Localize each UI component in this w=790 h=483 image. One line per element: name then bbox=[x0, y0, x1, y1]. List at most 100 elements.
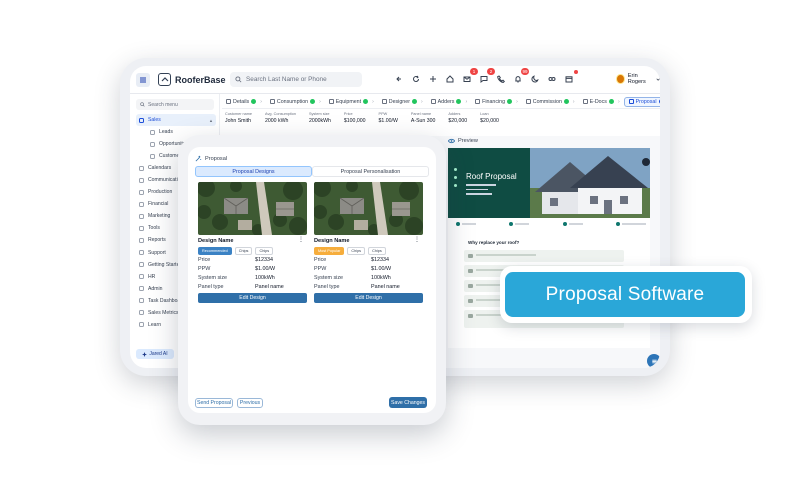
param-loan[interactable]: Loan $20,000 bbox=[480, 112, 499, 132]
check-icon bbox=[310, 99, 316, 104]
proposal-panel-title: Proposal bbox=[205, 155, 228, 162]
check-icon bbox=[363, 99, 369, 104]
check-icon bbox=[507, 99, 513, 104]
sidebar-search-input[interactable]: Search menu bbox=[136, 99, 214, 110]
design-chip[interactable]: Recommended bbox=[198, 247, 232, 255]
proposal-panel: Proposal Proposal Designs Proposal Perso… bbox=[188, 147, 436, 413]
kebab-icon[interactable]: ⋮ bbox=[298, 237, 304, 243]
nav-icon bbox=[139, 117, 144, 123]
param-value: $1.00/W bbox=[378, 118, 398, 124]
theme-toggle-button[interactable] bbox=[528, 72, 542, 86]
param-system-size[interactable]: System size 2000kWh bbox=[309, 112, 331, 132]
spec-label: Price bbox=[198, 257, 211, 263]
nav-icon bbox=[139, 298, 144, 304]
brand-name: RooferBase bbox=[175, 74, 226, 85]
chat-fab-button[interactable] bbox=[647, 354, 660, 368]
avatar bbox=[616, 74, 625, 84]
step-consumption[interactable]: Consumption › bbox=[266, 99, 325, 105]
chevron-down-icon bbox=[656, 78, 660, 81]
nav-icon bbox=[139, 237, 144, 243]
mail-button[interactable]: 1 bbox=[460, 68, 478, 86]
step-adders[interactable]: Adders › bbox=[427, 99, 471, 105]
spec-label: System size bbox=[198, 275, 228, 281]
step-e-docs[interactable]: E-Docs › bbox=[579, 99, 624, 105]
refresh-icon bbox=[413, 75, 419, 82]
kebab-icon[interactable]: ⋮ bbox=[414, 237, 420, 243]
design-name: Design Name bbox=[198, 238, 234, 244]
tab-proposal-personalisation[interactable]: Proposal Personalisation bbox=[312, 166, 429, 177]
step-label: Designer bbox=[388, 98, 410, 105]
nav-icon bbox=[139, 177, 144, 183]
step-label: Details bbox=[233, 98, 250, 105]
refresh-button[interactable] bbox=[409, 72, 423, 86]
design-chip[interactable]: Chips bbox=[347, 247, 366, 255]
jared-ai-button[interactable]: Jared AI bbox=[136, 349, 174, 359]
sidebar-item-label: Admin bbox=[148, 285, 163, 292]
brand-logo[interactable]: RooferBase bbox=[158, 73, 226, 86]
param-price[interactable]: Price $100,000 bbox=[344, 112, 366, 132]
calendar-button[interactable] bbox=[562, 70, 578, 86]
nav-icon bbox=[139, 286, 144, 292]
preview-stats bbox=[456, 222, 646, 226]
nav-icon bbox=[139, 250, 144, 256]
spec-label: Panel type bbox=[314, 284, 340, 290]
top-bar: RooferBase Search Last Name or Phone 1 2… bbox=[130, 66, 660, 94]
phone-button[interactable] bbox=[494, 72, 508, 86]
design-name: Design Name bbox=[314, 238, 350, 244]
step-financing[interactable]: Financing › bbox=[471, 99, 522, 105]
param-avg-consumption[interactable]: Avg. Consumption 2000 kWh bbox=[265, 112, 296, 132]
step-designer[interactable]: Designer › bbox=[378, 99, 427, 105]
param-label: PPW bbox=[378, 112, 388, 116]
design-card[interactable]: Design Name ⋮ Most Popular Chips Chips Price $… bbox=[313, 181, 424, 305]
send-proposal-button[interactable]: Send Proposal bbox=[195, 398, 233, 408]
param-ppw[interactable]: PPW $1.00/W bbox=[379, 112, 398, 132]
param-value: John Smith bbox=[225, 118, 251, 124]
chat-button[interactable]: 2 bbox=[477, 68, 495, 86]
callout-pill: Proposal Software bbox=[500, 266, 752, 323]
design-chip[interactable]: Most Popular bbox=[314, 247, 345, 255]
nav-icon bbox=[139, 165, 144, 171]
design-chip[interactable]: Chips bbox=[234, 247, 253, 255]
nav-icon bbox=[150, 129, 155, 135]
param-adders[interactable]: Adders $20,000 bbox=[448, 112, 467, 132]
design-chip[interactable]: Chips bbox=[368, 247, 386, 255]
menu-toggle-button[interactable] bbox=[136, 73, 150, 87]
user-menu[interactable]: Erin Rogers bbox=[616, 73, 660, 85]
param-value: $20,000 bbox=[480, 118, 499, 124]
home-button[interactable] bbox=[443, 72, 457, 86]
house-photo bbox=[530, 148, 650, 218]
param-customer-name[interactable]: Customer name John Smith bbox=[225, 112, 252, 132]
step-proposal[interactable]: Proposal bbox=[623, 96, 660, 107]
step-equipment[interactable]: Equipment › bbox=[325, 99, 378, 105]
edit-design-button[interactable]: Edit Design bbox=[198, 293, 307, 303]
step-icon bbox=[328, 99, 334, 104]
sidebar-item-label: Marketing bbox=[148, 213, 171, 220]
design-spec-row: Price $12334 bbox=[198, 257, 307, 263]
tab-proposal-designs[interactable]: Proposal Designs bbox=[195, 166, 312, 177]
nav-icon bbox=[139, 213, 144, 219]
notifications-button[interactable]: 99 bbox=[511, 68, 529, 86]
step-commission[interactable]: Commission › bbox=[522, 99, 579, 105]
sidebar-item-sales[interactable]: Sales ▲ bbox=[136, 114, 216, 127]
design-card[interactable]: Design Name ⋮ Recommended Chips Chips Price $1… bbox=[197, 181, 308, 305]
back-button[interactable] bbox=[392, 72, 406, 86]
add-button[interactable] bbox=[426, 72, 440, 86]
step-details[interactable]: Details › bbox=[222, 99, 266, 105]
design-image[interactable] bbox=[314, 182, 423, 235]
global-search-input[interactable]: Search Last Name or Phone bbox=[230, 72, 362, 87]
preview-title: Roof Proposal bbox=[466, 172, 517, 181]
nav-icon bbox=[139, 274, 144, 280]
design-image[interactable] bbox=[198, 182, 307, 235]
edit-design-button[interactable]: Edit Design bbox=[314, 293, 423, 303]
bell-icon bbox=[515, 76, 521, 83]
link-icon bbox=[548, 77, 556, 81]
eye-icon bbox=[448, 138, 455, 144]
design-spec-row: PPW $1.00/W bbox=[198, 266, 307, 272]
design-chip[interactable]: Chips bbox=[255, 247, 274, 255]
previous-button[interactable]: Previous bbox=[237, 398, 263, 408]
aerial-roof-image bbox=[314, 182, 423, 235]
integrations-button[interactable] bbox=[545, 72, 559, 86]
save-changes-button[interactable]: Save Changes bbox=[389, 397, 427, 408]
sidebar-search-placeholder: Search menu bbox=[148, 101, 178, 108]
param-panel-name[interactable]: Panel name A-Sun 300 bbox=[411, 112, 436, 132]
